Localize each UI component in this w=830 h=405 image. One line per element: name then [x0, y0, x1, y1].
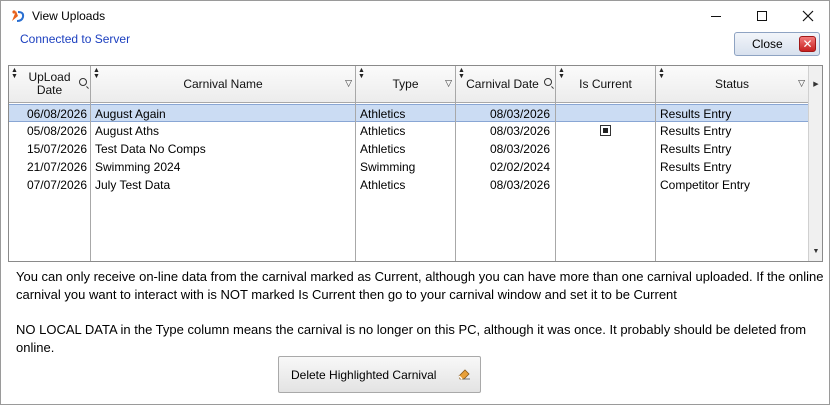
cell-carnival-name: July Test Data	[95, 178, 171, 192]
cell-upload-date: 21/07/2026	[26, 160, 87, 174]
cell-status: Results Entry	[660, 160, 732, 174]
cell-carnival-date: 08/03/2026	[489, 178, 550, 192]
cell-type: Athletics	[360, 107, 406, 121]
column-header-upload-date[interactable]: ▲ ▼ UpLoad Date	[9, 66, 90, 102]
vertical-scrollbar[interactable]: ▶ ▼	[808, 66, 822, 261]
maximize-button[interactable]	[739, 1, 785, 31]
cell-status: Competitor Entry	[660, 178, 751, 192]
window-close-button[interactable]	[785, 1, 830, 31]
column-header-carnival-date[interactable]: ▲ ▼ Carnival Date	[456, 66, 555, 102]
app-logo-icon	[12, 10, 25, 22]
cell-status: Results Entry	[660, 107, 732, 121]
column-label: Carnival Date	[466, 76, 539, 91]
close-icon	[802, 10, 814, 22]
uploads-grid[interactable]: ▲ ▼ UpLoad Date ▲ ▼ Carnival Name ▽ ▲ ▼ Typ…	[8, 65, 823, 262]
view-uploads-window: View Uploads Connected to Server Close ✕…	[0, 0, 830, 405]
cell-carnival-date: 02/02/2024	[489, 160, 550, 174]
cell-type: Athletics	[360, 142, 406, 156]
cell-upload-date: 07/07/2026	[26, 178, 87, 192]
info-no-local-data: NO LOCAL DATA in the Type column means t…	[16, 322, 807, 355]
cell-type: Athletics	[360, 124, 406, 138]
table-row[interactable]: 21/07/2026 Swimming 2024 Swimming 02/02/…	[9, 158, 808, 176]
table-row[interactable]: 07/07/2026 July Test Data Athletics 08/0…	[9, 176, 808, 194]
scroll-right-arrow-icon[interactable]: ▶	[809, 76, 822, 93]
cell-type: Swimming	[360, 160, 416, 174]
cell-is-current[interactable]	[556, 158, 655, 176]
cell-status: Results Entry	[660, 142, 732, 156]
filter-icon[interactable]: ▽	[445, 77, 452, 90]
connection-status: Connected to Server	[20, 32, 131, 46]
minimize-icon	[711, 15, 721, 17]
info-current-carnival: You can only receive on-line data from t…	[16, 269, 824, 302]
sort-arrow-icon[interactable]: ▲ ▼	[93, 67, 100, 80]
table-row[interactable]: 06/08/2026 August Again Athletics 08/03/…	[9, 104, 808, 122]
search-icon[interactable]	[79, 78, 87, 86]
table-row[interactable]: 15/07/2026 Test Data No Comps Athletics …	[9, 140, 808, 158]
cell-upload-date: 05/08/2026	[26, 124, 87, 138]
cell-carnival-name: August Again	[95, 107, 166, 121]
column-label: Is Current	[579, 76, 632, 91]
cell-upload-date: 06/08/2026	[26, 107, 87, 121]
title-bar: View Uploads	[1, 1, 829, 31]
sort-arrow-icon[interactable]: ▲ ▼	[658, 67, 665, 80]
maximize-icon	[757, 11, 767, 21]
sort-arrow-icon[interactable]: ▲ ▼	[458, 67, 465, 80]
cell-carnival-date: 08/03/2026	[489, 142, 550, 156]
filter-icon[interactable]: ▽	[798, 77, 805, 90]
scroll-down-arrow-icon[interactable]: ▼	[809, 243, 822, 260]
close-button-label: Close	[752, 37, 783, 51]
table-row[interactable]: 05/08/2026 August Aths Athletics 08/03/2…	[9, 122, 808, 140]
cell-carnival-name: August Aths	[95, 124, 160, 138]
column-header-carnival-name[interactable]: ▲ ▼ Carnival Name ▽	[91, 66, 355, 102]
close-x-icon: ✕	[799, 36, 816, 52]
sort-arrow-icon[interactable]: ▲ ▼	[358, 67, 365, 80]
cell-is-current[interactable]	[556, 105, 655, 123]
search-icon[interactable]	[544, 78, 552, 86]
grid-header: ▲ ▼ UpLoad Date ▲ ▼ Carnival Name ▽ ▲ ▼ Typ…	[9, 66, 808, 103]
column-label: UpLoad Date	[28, 70, 71, 97]
cell-carnival-date: 08/03/2026	[489, 107, 550, 121]
cell-status: Results Entry	[660, 124, 732, 138]
cell-upload-date: 15/07/2026	[26, 142, 87, 156]
column-label: Type	[392, 76, 419, 91]
column-label: Status	[714, 76, 750, 91]
cell-carnival-name: Test Data No Comps	[95, 142, 206, 156]
minimize-button[interactable]	[693, 1, 739, 31]
is-current-checkbox[interactable]	[600, 125, 611, 136]
delete-highlighted-carnival-button[interactable]: Delete Highlighted Carnival	[278, 356, 481, 393]
column-header-type[interactable]: ▲ ▼ Type ▽	[356, 66, 455, 102]
cell-carnival-name: Swimming 2024	[95, 160, 181, 174]
cell-carnival-date: 08/03/2026	[489, 124, 550, 138]
sort-arrow-icon[interactable]: ▲ ▼	[558, 67, 565, 80]
sort-arrow-icon[interactable]: ▲ ▼	[11, 67, 18, 80]
delete-button-label: Delete Highlighted Carnival	[291, 367, 437, 382]
filter-icon[interactable]: ▽	[345, 77, 352, 90]
checked-mark-icon	[603, 128, 608, 133]
cell-is-current[interactable]	[556, 140, 655, 158]
cell-is-current[interactable]	[556, 176, 655, 194]
eraser-icon	[458, 369, 470, 380]
column-header-status[interactable]: ▲ ▼ Status ▽	[656, 66, 808, 102]
window-title: View Uploads	[32, 9, 106, 23]
column-header-is-current[interactable]: ▲ ▼ Is Current	[556, 66, 655, 102]
close-button[interactable]: Close ✕	[734, 32, 820, 56]
column-label: Carnival Name	[183, 76, 263, 91]
cell-type: Athletics	[360, 178, 406, 192]
cell-is-current[interactable]	[556, 122, 655, 140]
